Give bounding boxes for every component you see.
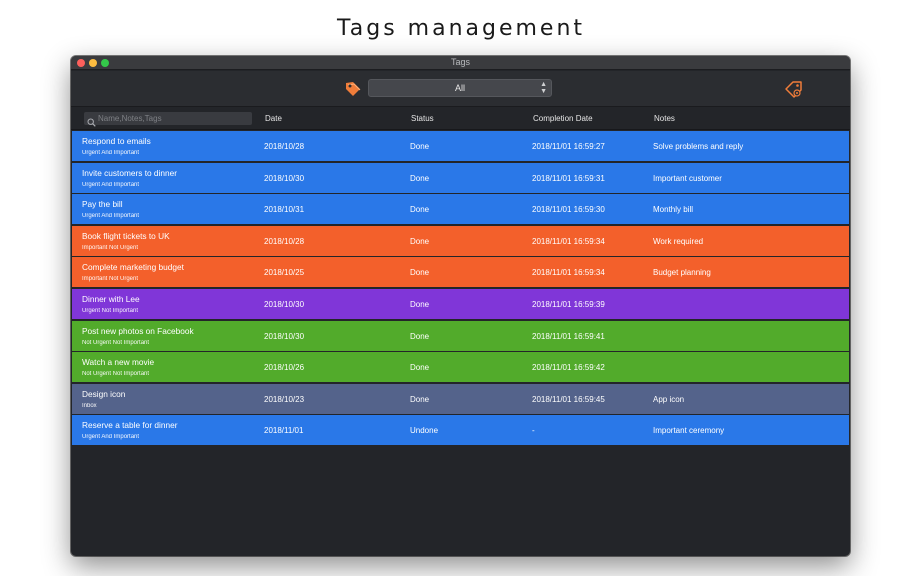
task-title: Invite customers to dinner [82, 167, 177, 178]
task-title: Book flight tickets to UK [82, 230, 170, 241]
task-title: Reserve a table for dinner [82, 420, 178, 431]
task-tag: Urgent And Important [82, 213, 140, 220]
table-row[interactable]: Watch a new movie Not Urgent Not Importa… [72, 352, 849, 383]
search-field[interactable] [84, 112, 252, 127]
search-input[interactable] [98, 112, 248, 125]
tag-settings-icon[interactable] [783, 78, 805, 100]
task-tag: Not Urgent Not Important [82, 339, 150, 346]
task-completion-date: 2018/11/01 16:59:34 [532, 268, 605, 278]
task-notes: Important ceremony [653, 426, 725, 436]
task-status: Undone [410, 426, 439, 436]
task-date: 2018/10/28 [264, 142, 305, 151]
tag-filter-value: All [454, 83, 465, 93]
column-header-date[interactable]: Date [265, 114, 282, 123]
task-completion-date: 2018/11/01 16:59:45 [532, 394, 605, 404]
tag-filter-select[interactable]: All ▲ ▼ [368, 79, 552, 97]
task-completion-date: - [532, 426, 535, 436]
table-header: Date Status Completion Date Notes [71, 108, 850, 130]
task-status: Done [410, 331, 430, 341]
task-tag: Urgent And Important [82, 181, 140, 188]
table-row[interactable]: Design icon Inbox 2018/10/23 Done 2018/1… [72, 383, 849, 414]
task-date: 2018/10/28 [264, 236, 305, 246]
task-table: Respond to emails Urgent And Important 2… [71, 131, 850, 447]
table-row[interactable]: Pay the bill Urgent And Important 2018/1… [72, 194, 849, 225]
task-notes: Budget planning [653, 268, 711, 278]
task-notes: Work required [653, 236, 704, 246]
column-header-notes[interactable]: Notes [654, 114, 675, 123]
task-date: 2018/10/31 [264, 205, 305, 215]
task-tag: Urgent And Important [82, 150, 140, 156]
task-title: Dinner with Lee [82, 293, 140, 304]
task-title: Design icon [82, 388, 126, 399]
task-title: Watch a new movie [82, 357, 155, 368]
task-status: Done [410, 268, 430, 278]
task-status: Done [410, 173, 430, 183]
table-row[interactable]: Post new photos on Facebook Not Urgent N… [72, 320, 849, 351]
task-completion-date: 2018/11/01 16:59:39 [532, 299, 605, 309]
window-title: Tags [450, 57, 470, 67]
task-completion-date: 2018/11/01 16:59:42 [532, 363, 605, 373]
task-title: Complete marketing budget [82, 262, 184, 273]
task-notes: Monthly bill [653, 205, 694, 215]
task-date: 2018/11/01 [264, 426, 304, 436]
task-date: 2018/10/30 [264, 299, 305, 309]
table-row[interactable]: Complete marketing budget Important Not … [72, 257, 849, 288]
task-date: 2018/10/23 [264, 394, 305, 404]
task-completion-date: 2018/11/01 16:59:34 [532, 236, 605, 246]
task-tag: Not Urgent Not Important [82, 371, 150, 378]
table-row[interactable]: Dinner with Lee Urgent Not Important 201… [72, 288, 849, 319]
task-status: Done [410, 363, 430, 373]
column-header-completion-date[interactable]: Completion Date [533, 114, 593, 123]
task-completion-date: 2018/11/01 16:59:27 [532, 142, 605, 151]
task-completion-date: 2018/11/01 16:59:41 [532, 331, 605, 341]
task-tag: Urgent Not Important [82, 307, 139, 314]
column-header-status[interactable]: Status [411, 114, 434, 123]
task-notes: App icon [653, 394, 685, 404]
task-status: Done [410, 394, 430, 404]
table-row[interactable]: Respond to emails Urgent And Important 2… [72, 131, 849, 161]
task-status: Done [410, 236, 430, 246]
task-title: Post new photos on Facebook [82, 325, 194, 336]
table-row[interactable]: Book flight tickets to UK Important Not … [72, 225, 849, 256]
toolbar: All ▲ ▼ [71, 71, 850, 107]
task-date: 2018/10/26 [264, 363, 305, 373]
table-row[interactable]: Reserve a table for dinner Urgent And Im… [72, 415, 849, 446]
price-tag-icon [343, 79, 363, 99]
task-date: 2018/10/30 [264, 331, 305, 341]
task-tag: Inbox [82, 402, 97, 409]
task-title: Respond to emails [82, 136, 151, 146]
task-title: Pay the bill [82, 199, 123, 210]
table-row[interactable]: Invite customers to dinner Urgent And Im… [72, 162, 849, 193]
task-status: Done [410, 142, 430, 151]
task-date: 2018/10/25 [264, 268, 305, 278]
task-completion-date: 2018/11/01 16:59:31 [532, 173, 605, 183]
tags-window: Tags All ▲ ▼ Name,Notes,Tags Date Status… [71, 56, 850, 556]
search-icon [87, 114, 96, 127]
task-notes: Solve problems and reply [653, 142, 744, 151]
task-status: Done [410, 299, 430, 309]
task-completion-date: 2018/11/01 16:59:30 [532, 205, 605, 215]
task-tag: Urgent And Important [82, 434, 140, 441]
task-tag: Important Not Urgent [82, 244, 139, 251]
page-title: Tags management [336, 16, 586, 41]
task-notes: Important customer [653, 173, 722, 183]
select-chevron-icon: ▲ ▼ [540, 81, 547, 95]
task-tag: Important Not Urgent [82, 276, 139, 283]
task-status: Done [410, 205, 430, 215]
title-bar[interactable]: Tags [71, 56, 850, 70]
task-date: 2018/10/30 [264, 173, 305, 183]
